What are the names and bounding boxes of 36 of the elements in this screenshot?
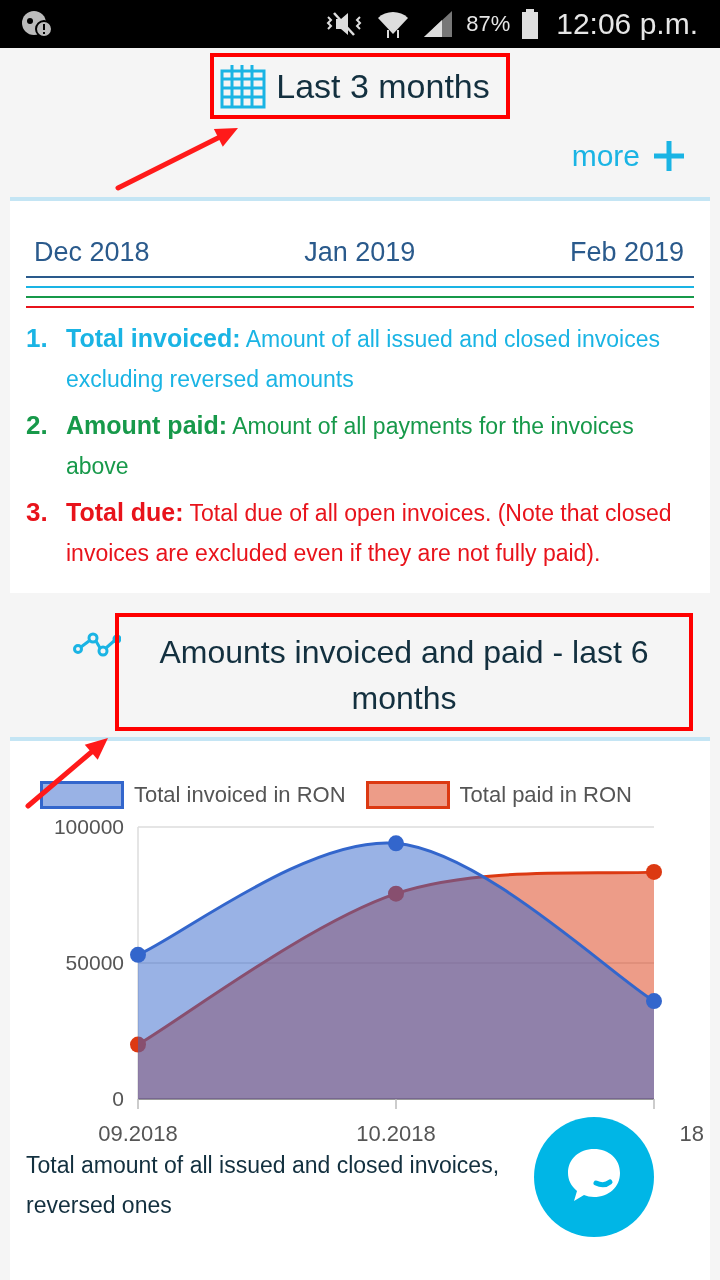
month-label: Jan 2019 (304, 237, 416, 268)
month-label: Feb 2019 (569, 237, 684, 268)
chart-caption: Total amount of all issued and closed invoices, (26, 1151, 501, 1180)
chart-caption: reversed ones (26, 1191, 173, 1220)
data-point (646, 993, 662, 1010)
line-chart-icon (73, 631, 121, 659)
y-tick-label: 0 (112, 1087, 124, 1110)
legend-label: Total invoiced in RON (134, 782, 346, 808)
y-tick-label: 100000 (53, 815, 124, 838)
list-number: 3. (26, 496, 49, 529)
period-title: Last 3 months (276, 66, 490, 106)
list-number: 1. (26, 322, 49, 355)
x-tick-label: 09.2018 (98, 1121, 178, 1145)
data-point (130, 946, 146, 963)
calendar-icon (220, 63, 267, 109)
data-point (388, 835, 404, 852)
definition-text: Total due: Total due of all open invoices. (Note that closed invoices are excluded even if they are not fully paid). (66, 497, 673, 568)
data-point (646, 863, 662, 880)
alert-icon (20, 9, 54, 39)
data-point (388, 885, 404, 902)
definition-text: Amount paid: Amount of all payments for the invoices above (66, 410, 635, 481)
legend-label: Total paid in RON (459, 782, 632, 808)
battery-percent: 87% (466, 11, 511, 37)
definition-text: Total invoiced: Amount of all issued and closed invoices excluding reversed amounts (66, 323, 661, 394)
y-tick-label: 50000 (65, 951, 124, 974)
section-title: Amounts invoiced and paid - last 6 months (115, 613, 693, 731)
plus-icon (652, 139, 686, 173)
list-number: 2. (26, 409, 49, 442)
x-tick-label: 18 (679, 1121, 704, 1145)
data-point (130, 1036, 146, 1053)
clock: 12:06 p.m. (556, 7, 698, 41)
battery-icon (522, 9, 539, 39)
signal-icon (422, 9, 455, 39)
x-tick-label: 10.2018 (356, 1121, 436, 1145)
month-label: Dec 2018 (34, 237, 150, 268)
more-link[interactable]: more (571, 133, 686, 179)
